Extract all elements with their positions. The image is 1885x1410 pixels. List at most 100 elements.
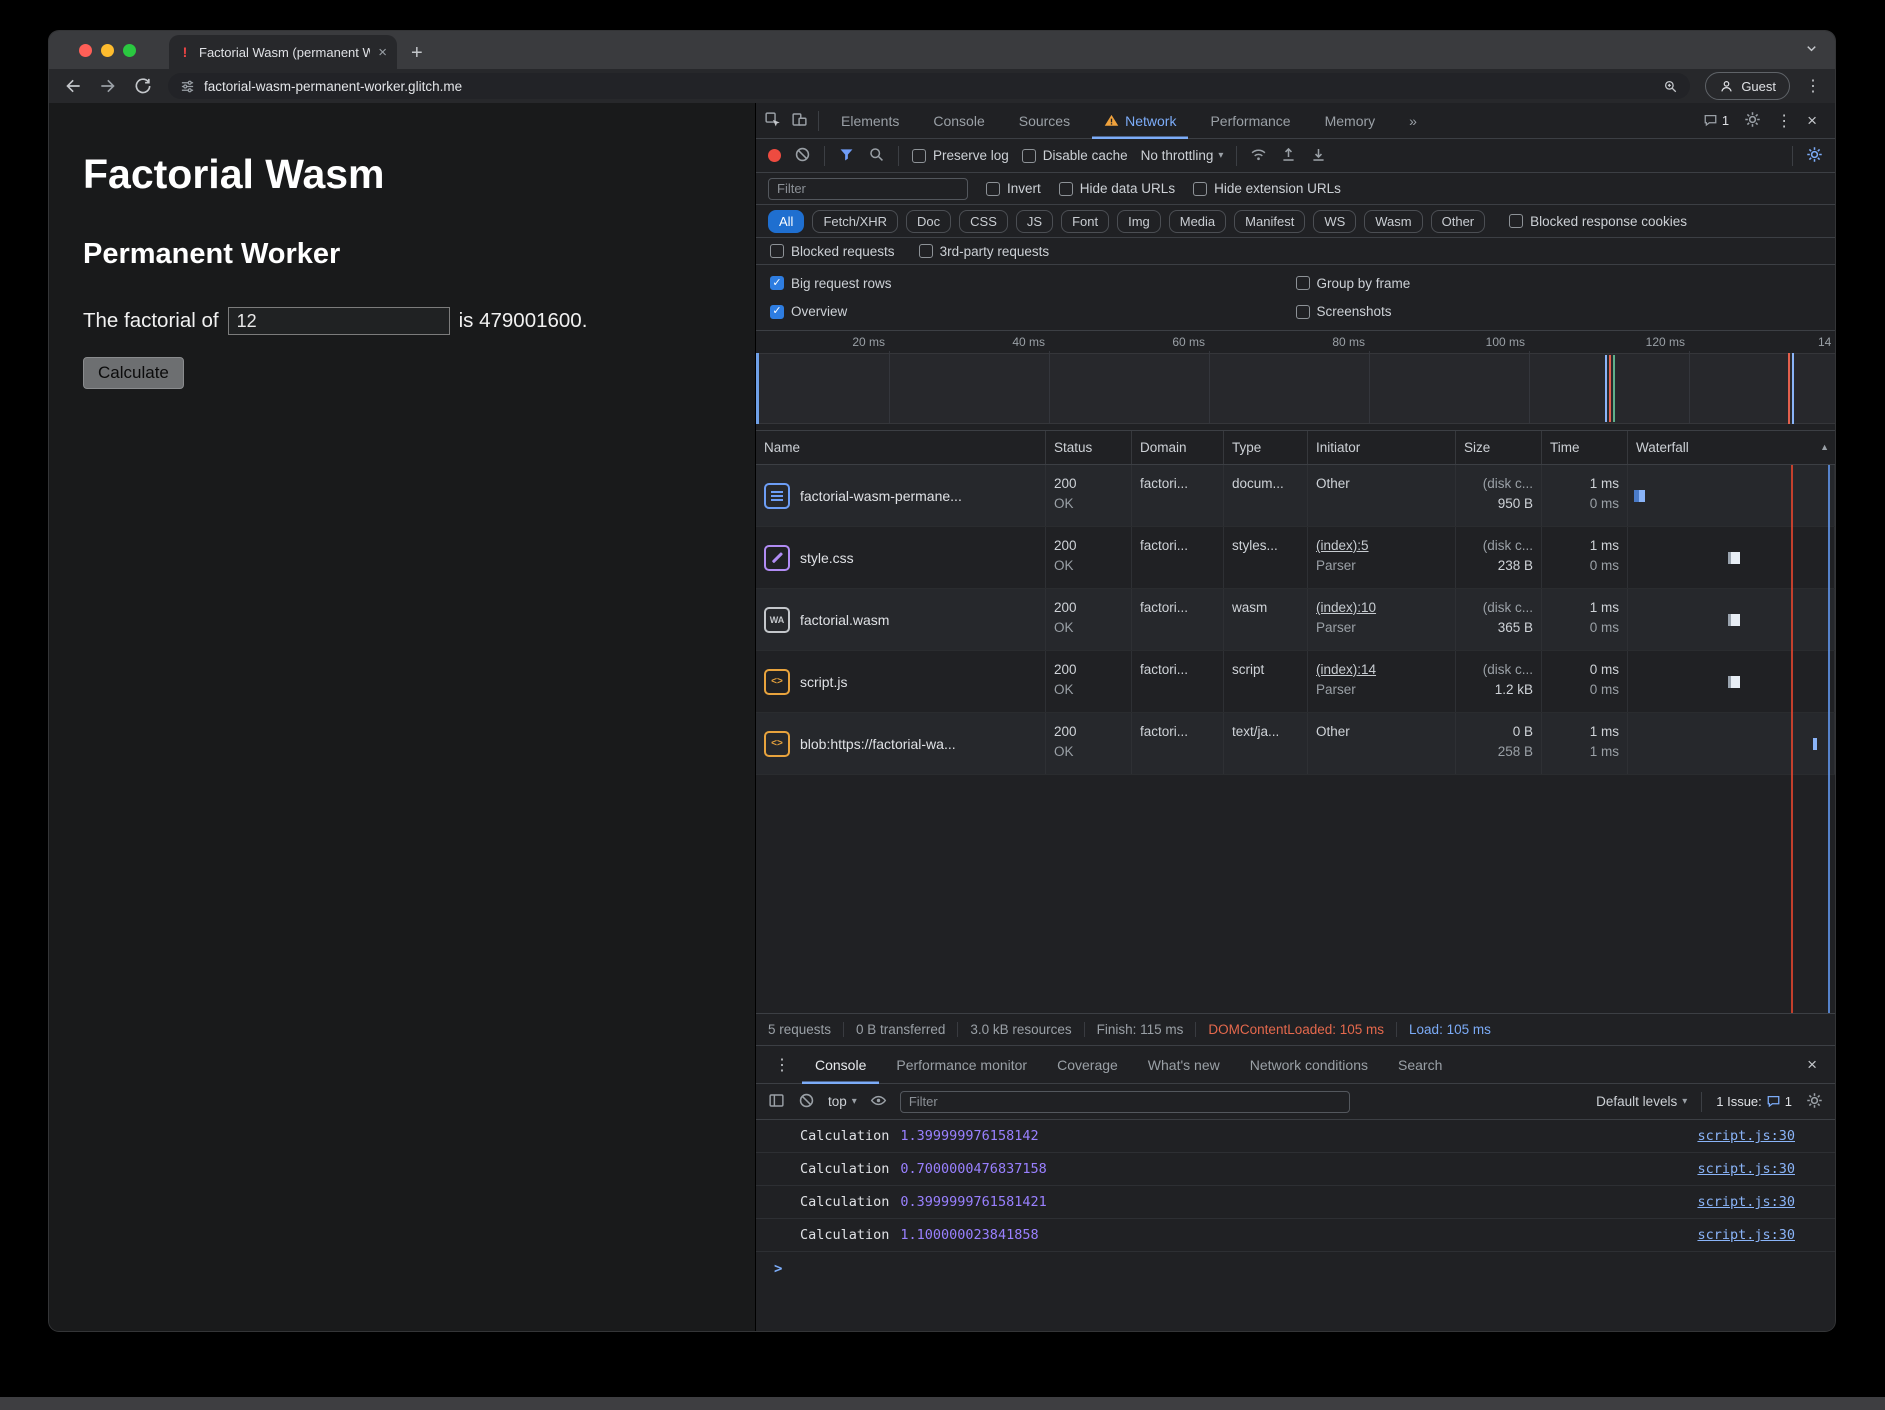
third-party-requests-checkbox[interactable]: 3rd-party requests (919, 244, 1050, 259)
invert-checkbox[interactable]: Invert (986, 181, 1041, 196)
live-expression-button[interactable] (870, 1092, 887, 1112)
drawer-tab-whats-new[interactable]: What's new (1135, 1046, 1233, 1084)
console-message[interactable]: Calculation 0.3999999761581421 script.js… (756, 1186, 1835, 1219)
devtools-menu-button[interactable] (1776, 111, 1792, 131)
browser-tab[interactable]: Factorial Wasm (permanent W (169, 35, 397, 69)
url-text[interactable]: factorial-wasm-permanent-worker.glitch.m… (204, 79, 462, 94)
network-conditions-button[interactable] (1250, 146, 1267, 166)
console-source-link[interactable]: script.js:30 (1697, 1227, 1795, 1243)
filter-chip-wasm[interactable]: Wasm (1364, 210, 1422, 233)
forward-button[interactable] (98, 76, 118, 96)
screenshots-checkbox[interactable]: Screenshots (1296, 304, 1822, 319)
device-toolbar-icon[interactable] (791, 111, 808, 131)
tab-sources[interactable]: Sources (1007, 103, 1082, 139)
back-button[interactable] (63, 76, 83, 96)
column-header-size[interactable]: Size (1456, 431, 1542, 464)
filter-ch-js[interactable]: JS (1016, 210, 1053, 233)
reload-button[interactable] (133, 76, 153, 96)
filter-chip-other[interactable]: Other (1431, 210, 1486, 233)
column-header-type[interactable]: Type (1224, 431, 1308, 464)
record-network-log-button[interactable] (768, 149, 781, 162)
site-settings-icon[interactable] (180, 79, 195, 94)
filter-chip-all[interactable]: All (768, 210, 804, 233)
export-har-button[interactable] (1310, 146, 1327, 166)
console-source-link[interactable]: script.js:30 (1697, 1128, 1795, 1144)
initiator-link[interactable]: (index):14 (1316, 660, 1447, 680)
preserve-log-checkbox[interactable]: Preserve log (912, 148, 1009, 163)
devtools-close-button[interactable] (1807, 111, 1817, 131)
tab-search-button[interactable] (1804, 41, 1819, 61)
network-request-row[interactable]: factorial.wasm 200OK factori... wasm (in… (756, 589, 1835, 651)
hide-data-urls-checkbox[interactable]: Hide data URLs (1059, 181, 1175, 196)
more-tabs-button[interactable] (1397, 103, 1429, 139)
devtools-settings-button[interactable] (1744, 111, 1761, 131)
filter-chip-manifest[interactable]: Manifest (1234, 210, 1305, 233)
network-filter-input[interactable] (768, 178, 968, 200)
column-header-domain[interactable]: Domain (1132, 431, 1224, 464)
console-source-link[interactable]: script.js:30 (1697, 1194, 1795, 1210)
tab-close-icon[interactable] (378, 45, 387, 60)
console-prompt[interactable] (756, 1252, 1835, 1331)
drawer-menu-button[interactable] (766, 1055, 798, 1075)
calculate-button[interactable]: Calculate (83, 357, 184, 389)
big-request-rows-checkbox[interactable]: Big request rows (770, 276, 1296, 291)
column-header-waterfall[interactable]: Waterfall (1628, 431, 1835, 464)
filter-chip-img[interactable]: Img (1117, 210, 1161, 233)
column-header-time[interactable]: Time (1542, 431, 1628, 464)
initiator-link[interactable]: (index):5 (1316, 536, 1447, 556)
minimize-window-button[interactable] (101, 44, 114, 57)
browser-menu-button[interactable] (1805, 76, 1821, 96)
address-bar[interactable]: factorial-wasm-permanent-worker.glitch.m… (168, 73, 1690, 99)
column-header-status[interactable]: Status (1046, 431, 1132, 464)
tab-console[interactable]: Console (921, 103, 996, 139)
console-sidebar-toggle[interactable] (768, 1092, 785, 1112)
filter-chip-fetch-xhr[interactable]: Fetch/XHR (812, 210, 898, 233)
import-har-button[interactable] (1280, 146, 1297, 166)
log-levels-dropdown[interactable]: Default levels (1596, 1094, 1687, 1109)
clear-console-button[interactable] (798, 1092, 815, 1112)
network-request-row[interactable]: script.js 200OK factori... script (index… (756, 651, 1835, 713)
tab-elements[interactable]: Elements (829, 103, 911, 139)
profile-button[interactable]: Guest (1705, 72, 1790, 100)
blocked-requests-checkbox[interactable]: Blocked requests (770, 244, 895, 259)
drawer-tab-network-conditions[interactable]: Network conditions (1237, 1046, 1381, 1084)
tab-performance[interactable]: Performance (1198, 103, 1302, 139)
console-source-link[interactable]: script.js:30 (1697, 1161, 1795, 1177)
drawer-tab-coverage[interactable]: Coverage (1044, 1046, 1131, 1084)
hide-extension-urls-checkbox[interactable]: Hide extension URLs (1193, 181, 1341, 196)
search-network-button[interactable] (868, 146, 885, 166)
drawer-tab-search[interactable]: Search (1385, 1046, 1455, 1084)
filter-chip-doc[interactable]: Doc (906, 210, 951, 233)
factorial-input[interactable] (228, 307, 450, 335)
tab-network[interactable]: Network (1092, 103, 1188, 139)
filter-toggle-button[interactable] (838, 146, 855, 166)
maximize-window-button[interactable] (123, 44, 136, 57)
inspect-element-icon[interactable] (764, 111, 781, 131)
drawer-tab-console[interactable]: Console (802, 1046, 879, 1084)
drawer-close-button[interactable] (1807, 1055, 1825, 1075)
close-window-button[interactable] (79, 44, 92, 57)
group-by-frame-checkbox[interactable]: Group by frame (1296, 276, 1822, 291)
console-message[interactable]: Calculation 0.7000000476837158 script.js… (756, 1153, 1835, 1186)
issues-button[interactable]: 1 (1703, 113, 1729, 128)
console-message[interactable]: Calculation 1.100000023841858 script.js:… (756, 1219, 1835, 1252)
console-message[interactable]: Calculation 1.399999976158142 script.js:… (756, 1120, 1835, 1153)
filter-chip-css[interactable]: CSS (959, 210, 1008, 233)
column-header-name[interactable]: Name (756, 431, 1046, 464)
zoom-icon[interactable] (1663, 79, 1678, 94)
overview-left-handle[interactable] (756, 353, 759, 424)
filter-chip-media[interactable]: Media (1169, 210, 1226, 233)
blocked-response-cookies-checkbox[interactable]: Blocked response cookies (1509, 214, 1687, 229)
column-header-initiator[interactable]: Initiator (1308, 431, 1456, 464)
clear-network-log-button[interactable] (794, 146, 811, 166)
new-tab-button[interactable] (411, 43, 423, 63)
initiator-link[interactable]: (index):10 (1316, 598, 1447, 618)
filter-chip-font[interactable]: Font (1061, 210, 1109, 233)
tab-memory[interactable]: Memory (1313, 103, 1388, 139)
network-request-row[interactable]: factorial-wasm-permane... 200OK factori.… (756, 465, 1835, 527)
disable-cache-checkbox[interactable]: Disable cache (1022, 148, 1128, 163)
network-request-row[interactable]: blob:https://factorial-wa... 200OK facto… (756, 713, 1835, 775)
console-settings-button[interactable] (1806, 1092, 1823, 1112)
console-context-selector[interactable]: top (828, 1094, 857, 1109)
drawer-tab-performance-monitor[interactable]: Performance monitor (883, 1046, 1040, 1084)
